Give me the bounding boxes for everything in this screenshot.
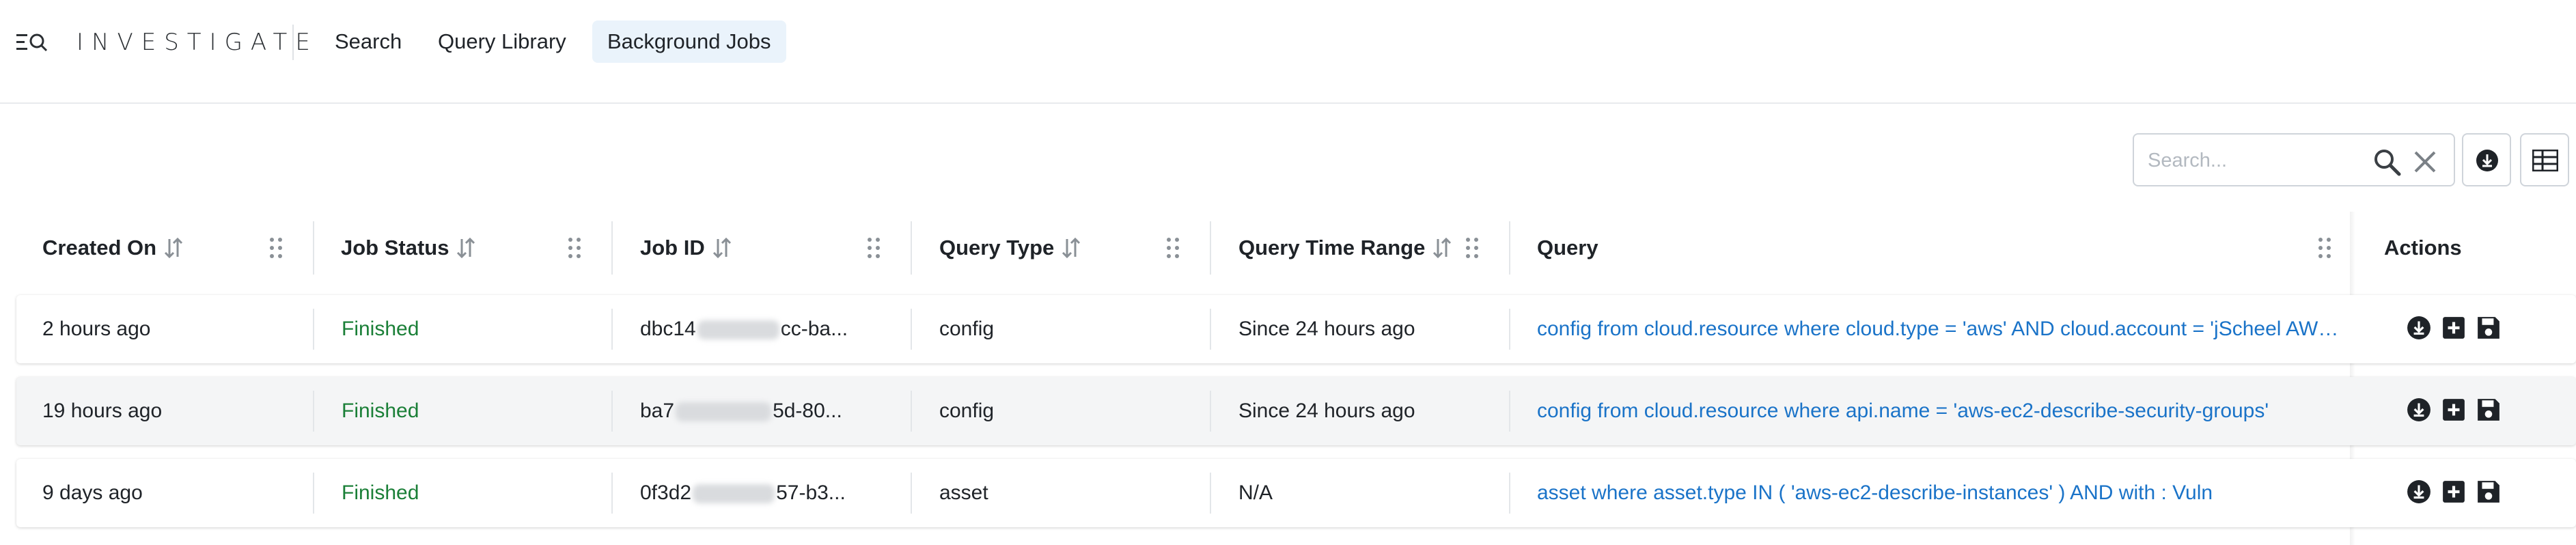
download-icon[interactable] (2407, 316, 2431, 340)
table-row[interactable]: 2 hours ago Finished dbc14 cc-ba... confi… (16, 295, 2576, 363)
column-drag-handle[interactable] (1165, 236, 1180, 260)
job-id-suffix: cc-ba... (780, 318, 848, 340)
app-brand: INVESTIGATE (77, 29, 318, 56)
nav-divider (292, 25, 294, 60)
search-box (2133, 133, 2455, 186)
magnifier-icon[interactable] (2372, 147, 2402, 177)
download-icon[interactable] (2407, 397, 2431, 422)
job-id-prefix: 0f3d2 (640, 481, 692, 504)
sort-icon[interactable] (163, 236, 184, 260)
column-header-query-time-range[interactable]: Query Time Range (1238, 212, 1452, 284)
cell-divider (611, 473, 613, 514)
column-drag-handle[interactable] (567, 236, 582, 260)
cell-job-status: Finished (342, 400, 419, 422)
columns-icon (2532, 150, 2558, 171)
cell-time-range: Since 24 hours ago (1238, 400, 1415, 422)
cell-divider (1210, 391, 1211, 432)
row-actions (2355, 377, 2560, 445)
cell-divider (1509, 473, 1510, 514)
cell-created-on: 19 hours ago (42, 400, 163, 422)
column-drag-handle[interactable] (1465, 236, 1480, 260)
cell-job-id: 0f3d2 57-b3... (640, 459, 900, 527)
column-drag-handle[interactable] (2317, 236, 2332, 260)
column-divider[interactable] (1210, 221, 1211, 275)
cell-query-type: asset (939, 481, 988, 504)
save-icon[interactable] (2476, 397, 2501, 422)
add-icon[interactable] (2441, 397, 2466, 422)
column-header-job-id[interactable]: Job ID (640, 212, 732, 284)
close-icon[interactable] (2411, 148, 2439, 176)
cell-time-range: Since 24 hours ago (1238, 318, 1415, 340)
download-icon (2476, 150, 2498, 171)
cell-job-status: Finished (342, 318, 419, 340)
table-row[interactable]: 9 days ago Finished 0f3d2 57-b3... asset … (16, 459, 2576, 527)
column-drag-handle[interactable] (268, 236, 283, 260)
column-divider[interactable] (1509, 221, 1510, 275)
nav-query-library[interactable]: Query Library (423, 20, 581, 63)
column-header-actions: Actions (2384, 236, 2462, 260)
column-header-created-on[interactable]: Created On (42, 212, 184, 284)
add-icon[interactable] (2441, 316, 2466, 340)
cell-job-id: ba7 5d-80... (640, 377, 900, 445)
columns-button[interactable] (2520, 133, 2569, 186)
job-id-suffix: 5d-80... (773, 400, 842, 422)
download-icon[interactable] (2407, 479, 2431, 504)
nav-search[interactable]: Search (320, 20, 417, 63)
column-header-query-type[interactable]: Query Type (939, 212, 1081, 284)
cell-created-on: 2 hours ago (42, 318, 151, 340)
nav-background-jobs[interactable]: Background Jobs (592, 20, 786, 63)
column-divider[interactable] (313, 221, 314, 275)
cell-divider (611, 309, 613, 350)
job-id-prefix: ba7 (640, 400, 675, 422)
row-actions (2355, 295, 2560, 363)
save-icon[interactable] (2476, 316, 2501, 340)
cell-divider (313, 309, 314, 350)
job-id-suffix: 57-b3... (776, 481, 846, 504)
table-header: Created On Job Status Job ID Query Type … (0, 212, 2576, 284)
sort-icon[interactable] (1432, 236, 1452, 260)
cell-divider (911, 473, 912, 514)
cell-query-type: config (939, 400, 995, 422)
redacted-text (676, 402, 772, 422)
column-divider[interactable] (911, 221, 912, 275)
cell-divider (313, 473, 314, 514)
cell-query-link[interactable]: asset where asset.type IN ( 'aws-ec2-des… (1537, 459, 2350, 527)
cell-created-on: 9 days ago (42, 481, 143, 504)
save-icon[interactable] (2476, 479, 2501, 504)
redacted-text (693, 484, 775, 504)
cell-divider (1509, 391, 1510, 432)
row-actions (2355, 459, 2560, 527)
cell-divider (1210, 473, 1211, 514)
top-nav: INVESTIGATE Search Query Library Backgro… (0, 0, 2576, 104)
menu-search-icon[interactable] (16, 30, 48, 55)
column-header-query[interactable]: Query (1537, 212, 1598, 284)
sort-icon[interactable] (1061, 236, 1081, 260)
column-divider[interactable] (611, 221, 613, 275)
column-header-job-status[interactable]: Job Status (341, 212, 476, 284)
add-icon[interactable] (2441, 479, 2466, 504)
download-button[interactable] (2462, 133, 2511, 186)
cell-job-status: Finished (342, 481, 419, 504)
cell-time-range: N/A (1238, 481, 1273, 504)
cell-query-link[interactable]: config from cloud.resource where cloud.t… (1537, 295, 2350, 363)
cell-divider (1210, 309, 1211, 350)
cell-divider (1509, 309, 1510, 350)
cell-divider (911, 391, 912, 432)
cell-query-type: config (939, 318, 995, 340)
job-id-prefix: dbc14 (640, 318, 696, 340)
sort-icon[interactable] (712, 236, 732, 260)
cell-divider (313, 391, 314, 432)
cell-query-link[interactable]: config from cloud.resource where api.nam… (1537, 377, 2350, 445)
cell-divider (611, 391, 613, 432)
search-input[interactable] (2148, 147, 2366, 174)
column-drag-handle[interactable] (866, 236, 881, 260)
redacted-text (697, 320, 779, 340)
cell-divider (911, 309, 912, 350)
cell-job-id: dbc14 cc-ba... (640, 295, 900, 363)
table-row[interactable]: 19 hours ago Finished ba7 5d-80... config… (16, 377, 2576, 445)
sort-icon[interactable] (456, 236, 476, 260)
